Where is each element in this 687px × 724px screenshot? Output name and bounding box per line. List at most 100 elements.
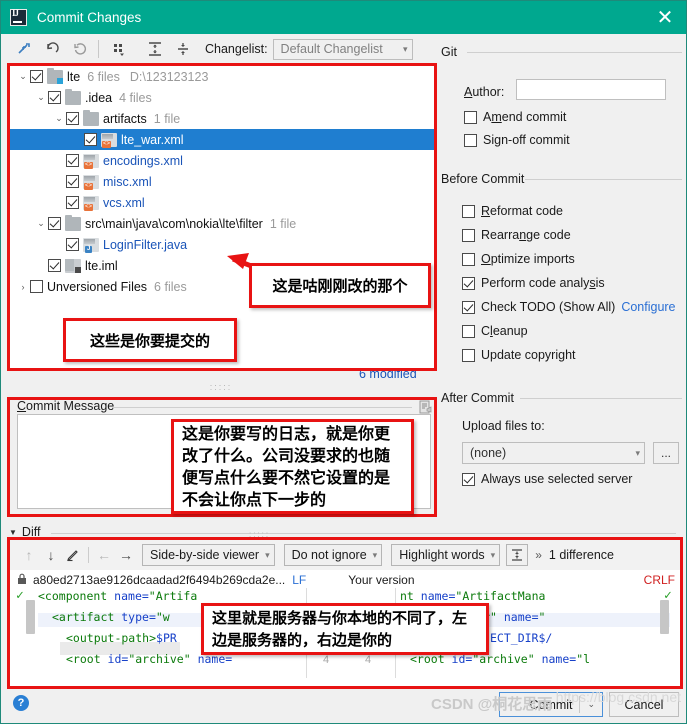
chevron-down-icon: ▾ (490, 549, 496, 560)
tree-row-label: lte_war.xml (121, 132, 184, 147)
pencil-icon[interactable] (62, 544, 84, 566)
collapse-all-icon[interactable] (170, 37, 196, 61)
tree-expand-icon[interactable]: ⌄ (16, 71, 30, 82)
left-line-ending: LF (292, 573, 307, 587)
diff-gutter-right-number: 4 (365, 654, 372, 666)
tree-row-file-count: 6 files (87, 69, 120, 84)
checkbox-box (464, 110, 477, 124)
tree-row-checkbox[interactable] (30, 280, 43, 293)
tree-row[interactable]: ⌄ src\main\java\com\nokia\lte\filter 1 fil… (10, 213, 434, 234)
checkbox-box (464, 133, 477, 147)
cleanup-checkbox[interactable]: Cleanup (462, 324, 528, 338)
tree-row-checkbox[interactable] (30, 70, 43, 83)
changelist-select[interactable]: Default Changelist ▾ (272, 38, 413, 60)
tree-row-checkbox[interactable] (66, 154, 79, 167)
amend-commit-checkbox[interactable]: Amend commit (464, 110, 566, 124)
diff-section-header[interactable]: ▼ Diff (9, 525, 40, 539)
optimize-imports-checkbox[interactable]: Optimize imports (462, 252, 575, 266)
checkbox-box (462, 300, 475, 314)
xml-file-icon (83, 195, 99, 211)
upload-server-select[interactable]: (none) ▾ (462, 442, 645, 464)
reformat-code-checkbox[interactable]: Reformat code (462, 204, 563, 218)
tree-row-checkbox[interactable] (48, 259, 61, 272)
arrow-right-icon[interactable]: → (115, 544, 137, 566)
viewer-mode-select[interactable]: Side-by-side viewer ▾ (142, 544, 275, 566)
checkbox-box (462, 204, 475, 218)
tree-row-checkbox[interactable] (66, 175, 79, 188)
before-commit-group-label: Before Commit (441, 172, 525, 186)
perform-code-analysis-checkbox[interactable]: Perform code analysis (462, 276, 605, 290)
arrow-left-icon[interactable]: ← (93, 544, 115, 566)
chevron-down-icon: ▾ (635, 447, 640, 458)
tree-expand-icon[interactable]: ⌄ (52, 113, 66, 124)
diff-splitter-handle[interactable]: ::::: (249, 530, 270, 539)
tree-row-label: .idea (85, 90, 113, 105)
sign-off-commit-label: Sign-off commit (483, 133, 570, 147)
tree-row[interactable]: vcs.xml (10, 192, 434, 213)
expand-all-icon[interactable] (142, 37, 168, 61)
configure-todo-link[interactable]: Configure (621, 300, 675, 314)
tree-row-label: lte.iml (85, 258, 118, 273)
rearrange-code-checkbox[interactable]: Rearrange code (462, 228, 571, 242)
cancel-button[interactable]: Cancel (609, 692, 679, 717)
annotation-callout-commit-message: 这是你要写的日志，就是你更改了什么。公司没要求的也随便写点什么要不然它设置的是不… (171, 419, 414, 514)
modified-count-label: 6 modified (359, 367, 417, 381)
author-field[interactable] (516, 79, 666, 100)
tree-row-checkbox[interactable] (66, 196, 79, 209)
iml-file-icon (65, 258, 81, 273)
tree-row[interactable]: LoginFilter.java (10, 234, 434, 255)
highlight-mode-select[interactable]: Highlight words ▾ (391, 544, 501, 566)
message-history-icon[interactable] (417, 399, 433, 415)
revert-icon[interactable] (39, 37, 65, 61)
tree-splitter-handle[interactable]: ::::: (201, 382, 241, 392)
diff-section-divider (51, 533, 676, 534)
arrow-down-icon[interactable]: ↓ (40, 544, 62, 566)
tree-expand-icon[interactable]: › (16, 282, 30, 292)
diff-left-line: <component name="Artifa (38, 589, 198, 603)
group-by-icon[interactable] (106, 37, 132, 61)
git-group-divider (467, 52, 682, 53)
tree-row[interactable]: ⌄ artifacts 1 file (10, 108, 434, 129)
tree-row[interactable]: encodings.xml (10, 150, 434, 171)
tree-row-checkbox[interactable] (66, 112, 79, 125)
tree-row-label: misc.xml (103, 174, 152, 189)
tree-row-checkbox[interactable] (84, 133, 97, 146)
right-line-ending: CRLF (643, 573, 675, 587)
commit-message-label: Commit Message (17, 399, 115, 413)
collapse-selection-icon[interactable] (11, 37, 37, 61)
refresh-icon[interactable] (67, 37, 93, 61)
tree-row-label: encodings.xml (103, 153, 183, 168)
update-copyright-checkbox[interactable]: Update copyright (462, 348, 576, 362)
browse-server-button[interactable]: ... (653, 442, 679, 464)
diff-right-scrollbar[interactable] (660, 600, 669, 634)
tree-row[interactable]: ⌄ .idea 4 files (10, 87, 434, 108)
tree-row-checkbox[interactable] (48, 91, 61, 104)
diff-accept-left-icon[interactable]: ✓ (16, 588, 24, 603)
author-label: Author: (464, 85, 505, 99)
arrow-up-icon[interactable]: ↑ (18, 544, 40, 566)
commit-button-label: Commit (529, 697, 573, 712)
tree-row-checkbox[interactable] (48, 217, 61, 230)
tree-row-label: lte (67, 69, 81, 84)
sign-off-commit-checkbox[interactable]: Sign-off commit (464, 133, 570, 147)
ignore-mode-select[interactable]: Do not ignore ▾ (283, 544, 383, 566)
check-todo-checkbox[interactable]: Check TODO (Show All) Configure (462, 300, 676, 314)
commit-message-divider (112, 407, 412, 408)
more-actions-icon[interactable]: » (535, 548, 542, 562)
always-use-selected-server-checkbox[interactable]: Always use selected server (462, 472, 632, 486)
tree-row[interactable]: ⌄ lte 6 files D:\123123123 (10, 66, 434, 87)
tree-row-path: D:\123123123 (129, 69, 209, 84)
diff-left-scrollbar[interactable] (26, 600, 35, 634)
before-commit-divider (525, 179, 682, 180)
tree-expand-icon[interactable]: ⌄ (34, 218, 48, 229)
help-icon[interactable]: ? (13, 695, 29, 711)
close-icon[interactable]: ✕ (652, 5, 678, 29)
checkbox-box (462, 348, 475, 362)
tree-expand-icon[interactable]: ⌄ (34, 92, 48, 103)
tree-row[interactable]: lte_war.xml (10, 129, 434, 150)
collapse-unchanged-icon[interactable] (506, 544, 529, 566)
tree-row-checkbox[interactable] (66, 238, 79, 251)
tree-row[interactable]: misc.xml (10, 171, 434, 192)
commit-button[interactable]: Commit ⌄ (499, 692, 603, 717)
folder-module-icon (47, 67, 63, 84)
